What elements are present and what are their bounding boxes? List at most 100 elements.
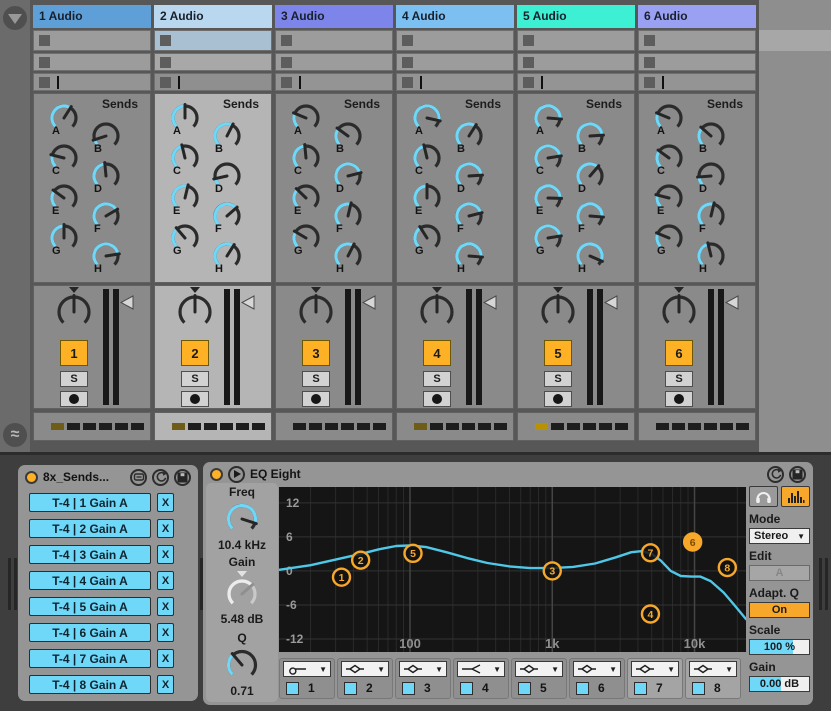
device-on-led[interactable] [210, 468, 223, 481]
clip-slot[interactable] [517, 30, 635, 51]
clip-stop-button[interactable] [160, 77, 171, 88]
clip-stop-button[interactable] [160, 35, 171, 46]
spectrum-analyzer-button[interactable] [781, 486, 810, 507]
clip-slot[interactable] [638, 30, 756, 51]
returns-section-toggle-button[interactable]: ≈ [3, 423, 27, 447]
macro-mapping-button-4[interactable]: T-4 | 4 Gain A [29, 571, 151, 590]
send-e-knob[interactable]: E [653, 182, 687, 226]
volume-handle[interactable] [725, 295, 739, 315]
pan-knob[interactable] [173, 286, 217, 337]
macro-remove-button-4[interactable]: X [157, 571, 174, 590]
clip-stop-button[interactable] [644, 77, 655, 88]
solo-button[interactable]: S [544, 371, 572, 387]
send-c-knob[interactable]: C [48, 142, 82, 186]
band-enable-checkbox-1[interactable] [286, 682, 299, 695]
send-g-knob[interactable]: G [411, 222, 445, 266]
clip-stop-button[interactable] [160, 57, 171, 68]
eq-band-handle-6[interactable]: 6 [684, 534, 701, 551]
crossfade-assign-strip[interactable] [638, 412, 756, 441]
macro-remove-button-1[interactable]: X [157, 493, 174, 512]
clip-slot[interactable] [275, 73, 393, 91]
send-g-knob[interactable]: G [653, 222, 687, 266]
send-d-knob[interactable]: D [453, 160, 487, 204]
clip-slot[interactable] [396, 53, 514, 71]
macro-remove-button-5[interactable]: X [157, 597, 174, 616]
band-enable-checkbox-4[interactable] [460, 682, 473, 695]
track-header-5[interactable]: 5 Audio [517, 5, 635, 28]
arm-button[interactable] [181, 391, 209, 407]
edit-buffer-button[interactable]: A [749, 565, 810, 581]
arm-button[interactable] [60, 391, 88, 407]
clip-slot[interactable] [33, 53, 151, 71]
macro-remove-button-8[interactable]: X [157, 675, 174, 694]
send-a-knob[interactable]: A [290, 102, 324, 146]
filter-type-dropdown-6[interactable]: ▼ [573, 661, 621, 677]
save-preset-button[interactable] [789, 466, 806, 483]
clip-slot[interactable] [396, 73, 514, 91]
pan-knob[interactable] [52, 286, 96, 337]
hot-swap-button[interactable] [130, 469, 147, 486]
send-f-knob[interactable]: F [90, 200, 124, 244]
clip-slot[interactable] [275, 53, 393, 71]
band-enable-checkbox-6[interactable] [576, 682, 589, 695]
track-header-6[interactable]: 6 Audio [638, 5, 756, 28]
send-f-knob[interactable]: F [332, 200, 366, 244]
crossfade-assign-strip[interactable] [154, 412, 272, 441]
device-scroll-handle[interactable] [819, 558, 828, 610]
clip-slot[interactable] [638, 53, 756, 71]
send-h-knob[interactable]: H [211, 240, 245, 284]
device-scroll-handle[interactable] [8, 558, 17, 610]
send-b-knob[interactable]: B [574, 120, 608, 164]
send-e-knob[interactable]: E [411, 182, 445, 226]
solo-button[interactable]: S [665, 371, 693, 387]
eq-band-handle-1[interactable]: 1 [333, 569, 350, 586]
eq-band-handle-4[interactable]: 4 [642, 606, 659, 623]
send-a-knob[interactable]: A [169, 102, 203, 146]
clip-slot[interactable] [517, 73, 635, 91]
mode-select[interactable]: Stereo ▼ [749, 528, 810, 544]
map-mode-button[interactable] [767, 466, 784, 483]
track-activator-button[interactable]: 4 [423, 340, 451, 366]
macro-remove-button-3[interactable]: X [157, 545, 174, 564]
send-c-knob[interactable]: C [290, 142, 324, 186]
send-h-knob[interactable]: H [332, 240, 366, 284]
filter-type-dropdown-4[interactable]: ▼ [457, 661, 505, 677]
map-mode-button[interactable] [152, 469, 169, 486]
pan-knob[interactable] [536, 286, 580, 337]
clip-stop-button[interactable] [402, 57, 413, 68]
clip-slot[interactable] [517, 53, 635, 71]
clip-stop-button[interactable] [39, 77, 50, 88]
send-g-knob[interactable]: G [169, 222, 203, 266]
macro-mapping-button-3[interactable]: T-4 | 3 Gain A [29, 545, 151, 564]
send-e-knob[interactable]: E [48, 182, 82, 226]
adaptive-q-toggle[interactable]: On [749, 602, 810, 618]
send-f-knob[interactable]: F [574, 200, 608, 244]
macro-mapping-button-5[interactable]: T-4 | 5 Gain A [29, 597, 151, 616]
track-activator-button[interactable]: 2 [181, 340, 209, 366]
macro-remove-button-7[interactable]: X [157, 649, 174, 668]
macro-mapping-button-8[interactable]: T-4 | 8 Gain A [29, 675, 151, 694]
clip-slot[interactable] [154, 30, 272, 51]
clip-stop-button[interactable] [523, 77, 534, 88]
arm-button[interactable] [544, 391, 572, 407]
send-h-knob[interactable]: H [574, 240, 608, 284]
band-gain-value[interactable]: 5.48 dB [206, 612, 278, 627]
pan-knob[interactable] [415, 286, 459, 337]
clip-stop-button[interactable] [281, 77, 292, 88]
io-section-toggle-button[interactable] [3, 6, 27, 30]
track-header-2[interactable]: 2 Audio [154, 5, 272, 28]
eq-band-handle-3[interactable]: 3 [544, 562, 561, 579]
send-g-knob[interactable]: G [290, 222, 324, 266]
clip-stop-button[interactable] [402, 77, 413, 88]
send-c-knob[interactable]: C [411, 142, 445, 186]
crossfade-assign-strip[interactable] [517, 412, 635, 441]
macro-mapping-button-2[interactable]: T-4 | 2 Gain A [29, 519, 151, 538]
clip-stop-button[interactable] [281, 35, 292, 46]
freq-knob[interactable] [206, 500, 278, 538]
filter-type-dropdown-7[interactable]: ▼ [631, 661, 679, 677]
eq-band-handle-7[interactable]: 7 [642, 544, 659, 561]
track-activator-button[interactable]: 3 [302, 340, 330, 366]
clip-stop-button[interactable] [281, 57, 292, 68]
clip-stop-button[interactable] [39, 57, 50, 68]
send-g-knob[interactable]: G [532, 222, 566, 266]
